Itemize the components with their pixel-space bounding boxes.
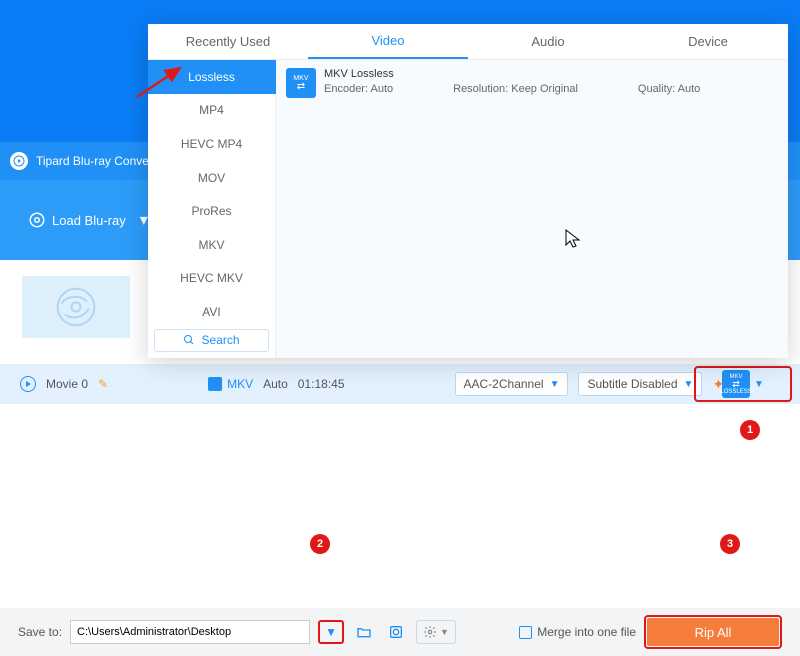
sidebar-item-avi[interactable]: AVI — [148, 295, 275, 329]
sidebar-item-mov[interactable]: MOV — [148, 161, 275, 195]
sidebar-item-mp4[interactable]: MP4 — [148, 94, 275, 128]
format-tabs: Recently Used Video Audio Device — [148, 24, 788, 60]
rip-all-highlight: Rip All — [644, 615, 782, 649]
format-sidebar: Lossless MP4 HEVC MP4 MOV ProRes MKV HEV… — [148, 60, 276, 358]
bluray-disc-icon — [54, 285, 98, 329]
history-button[interactable] — [384, 620, 408, 644]
subtitle-dropdown[interactable]: Subtitle Disabled ▼ — [578, 372, 702, 396]
sidebar-item-prores[interactable]: ProRes — [148, 194, 275, 228]
movie-track-row: Movie 0 ✎ MKV Auto 01:18:45 AAC-2Channel… — [0, 364, 800, 404]
chevron-down-icon: ▼ — [754, 379, 764, 390]
movie-thumbnail[interactable] — [22, 276, 130, 338]
load-bluray-button[interactable]: Load Blu-ray — [18, 205, 136, 235]
disc-icon — [28, 211, 46, 229]
open-folder-button[interactable] — [352, 620, 376, 644]
tab-audio[interactable]: Audio — [468, 24, 628, 59]
tab-video[interactable]: Video — [308, 24, 468, 59]
format-chip: MKV — [208, 377, 253, 391]
save-to-label: Save to: — [18, 625, 62, 639]
annotation-1: 1 — [740, 420, 760, 440]
audio-dropdown[interactable]: AAC-2Channel ▼ — [455, 372, 569, 396]
preset-title: MKV Lossless — [324, 68, 778, 80]
gear-icon — [423, 625, 437, 639]
load-dropdown-icon[interactable]: ▾ — [140, 210, 148, 230]
tab-recently-used[interactable]: Recently Used — [148, 24, 308, 59]
mkv-lossless-badge-icon: MKV ⇄ — [286, 68, 316, 98]
chevron-down-icon: ▼ — [684, 379, 694, 390]
chevron-down-icon: ▼ — [550, 379, 560, 390]
format-preset-list: MKV ⇄ MKV Lossless Encoder: Auto Resolut… — [276, 60, 788, 358]
track-duration: 01:18:45 — [298, 377, 345, 391]
sidebar-item-mkv[interactable]: MKV — [148, 228, 275, 262]
output-format-selector[interactable]: MKV ⇄ LOSSLESS ▼ — [694, 366, 792, 402]
settings-dropdown[interactable]: ▼ — [416, 620, 456, 644]
preset-encoder: Encoder: Auto — [324, 83, 393, 95]
movie-title: Movie 0 — [46, 377, 88, 391]
annotation-3: 3 — [720, 534, 740, 554]
search-icon — [183, 334, 195, 346]
play-icon[interactable] — [20, 376, 36, 392]
format-popup: Recently Used Video Audio Device Lossles… — [148, 24, 788, 358]
save-path-dropdown[interactable]: ▼ — [318, 620, 344, 644]
mkv-lossless-badge-icon: MKV ⇄ LOSSLESS — [722, 370, 750, 398]
rename-icon[interactable]: ✎ — [98, 377, 108, 391]
format-search-button[interactable]: Search — [154, 329, 269, 352]
sidebar-item-hevc-mp4[interactable]: HEVC MP4 — [148, 127, 275, 161]
tab-device[interactable]: Device — [628, 24, 788, 59]
format-badge-icon — [208, 377, 222, 391]
save-path-input[interactable] — [70, 620, 310, 644]
sidebar-item-hevc-mkv[interactable]: HEVC MKV — [148, 262, 275, 296]
merge-checkbox[interactable]: Merge into one file — [519, 625, 636, 639]
rip-all-button[interactable]: Rip All — [647, 618, 779, 646]
preset-mkv-lossless[interactable]: MKV ⇄ MKV Lossless Encoder: Auto Resolut… — [286, 68, 778, 98]
annotation-2: 2 — [310, 534, 330, 554]
preset-resolution: Resolution: Keep Original — [453, 83, 578, 95]
checkbox-icon — [519, 626, 532, 639]
bottom-bar: Save to: ▼ ▼ Merge into one file Rip All — [0, 608, 800, 656]
sidebar-item-lossless[interactable]: Lossless — [148, 60, 275, 94]
preset-quality: Quality: Auto — [638, 83, 700, 95]
track-encoder: Auto — [263, 377, 288, 391]
app-logo-icon — [10, 152, 28, 170]
